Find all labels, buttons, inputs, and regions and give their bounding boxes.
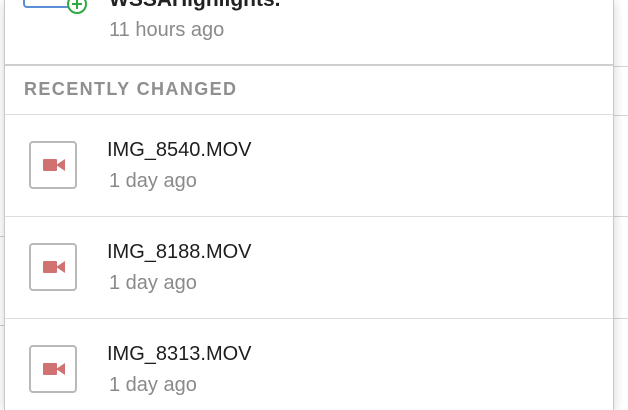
activity-item-title: WSSAHighlights. [109,0,281,12]
file-timestamp: 1 day ago [109,374,197,396]
file-name: IMG_8188.MOV [107,241,252,263]
background-divider [612,318,628,319]
background-divider [612,216,628,217]
file-thumbnail [29,141,77,189]
activity-item-timestamp: 11 hours ago [109,19,225,41]
background-divider [612,115,628,116]
file-thumbnail [29,243,77,291]
file-name: IMG_8313.MOV [107,343,252,365]
file-timestamp: 1 day ago [109,170,197,192]
recent-files-popover: WSSAHighlights. 11 hours ago RECENTLY CH… [4,0,614,410]
file-name: IMG_8540.MOV [107,139,252,161]
section-title: RECENTLY CHANGED [24,79,238,99]
file-timestamp: 1 day ago [109,272,197,294]
background-divider [612,66,628,67]
add-badge-icon [67,0,87,14]
section-header: RECENTLY CHANGED [5,66,613,114]
file-thumbnail [29,345,77,393]
file-row[interactable]: IMG_8540.MOV 1 day ago [5,115,613,217]
file-row[interactable]: IMG_8313.MOV 1 day ago [5,319,613,410]
file-row[interactable]: IMG_8188.MOV 1 day ago [5,217,613,319]
recent-activity-item[interactable]: WSSAHighlights. 11 hours ago [5,0,613,64]
